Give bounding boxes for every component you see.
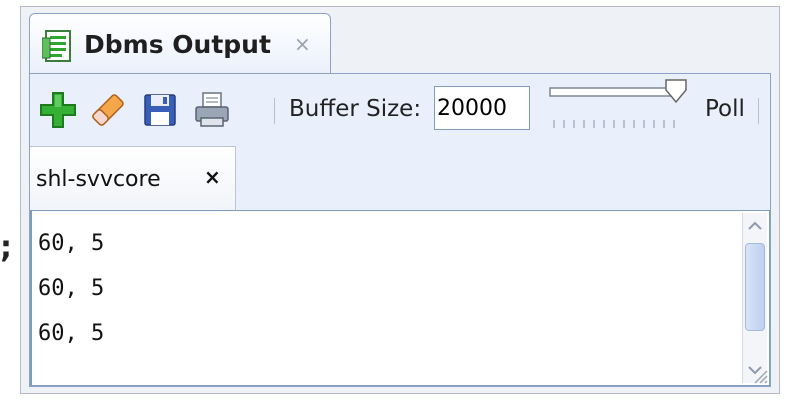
toolbar-separator [758,98,759,124]
plus-icon [40,92,76,128]
close-icon[interactable]: × [204,165,221,189]
output-line: 60, 5 [38,321,105,346]
vertical-scrollbar[interactable] [742,213,767,383]
printer-icon [195,92,229,127]
panel-body: Buffer Size: Poll shl-svvcore [29,73,771,387]
enable-dbms-output-button[interactable] [38,90,78,130]
disk-icon [144,94,176,126]
toolbar: Buffer Size: Poll [30,74,770,146]
connection-tab[interactable]: shl-svvcore × [30,146,236,212]
connection-tab-label: shl-svvcore [36,167,161,192]
dbms-output-view-tab[interactable]: Dbms Output × [29,13,331,75]
eraser-icon [92,94,124,126]
output-lines: 60, 5 60, 5 60, 5 [38,221,104,356]
semicolon-glyph: ; [0,230,12,265]
buffer-size-input[interactable] [434,86,530,130]
print-button[interactable] [192,90,232,130]
output-line: 60, 5 [38,276,105,301]
panel-title: Dbms Output [84,30,271,59]
clear-button[interactable] [88,90,128,130]
output-line: 60, 5 [38,231,105,256]
buffer-size-label: Buffer Size: [289,96,422,122]
dbms-output-panel: Dbms Output × Buffer Size: 20000 Poll sh… [20,6,780,394]
poll-label: Poll [705,96,745,122]
save-button[interactable] [140,90,180,130]
close-icon[interactable]: × [294,32,311,56]
scroll-up-arrow-icon[interactable] [743,215,767,237]
poll-slider[interactable] [548,76,714,136]
scrollbar-thumb[interactable] [745,243,765,331]
output-text-area[interactable]: 60, 5 60, 5 60, 5 [30,210,770,386]
dbms-output-icon [42,30,71,62]
resize-grip-icon[interactable] [751,367,769,385]
toolbar-separator [274,98,275,124]
